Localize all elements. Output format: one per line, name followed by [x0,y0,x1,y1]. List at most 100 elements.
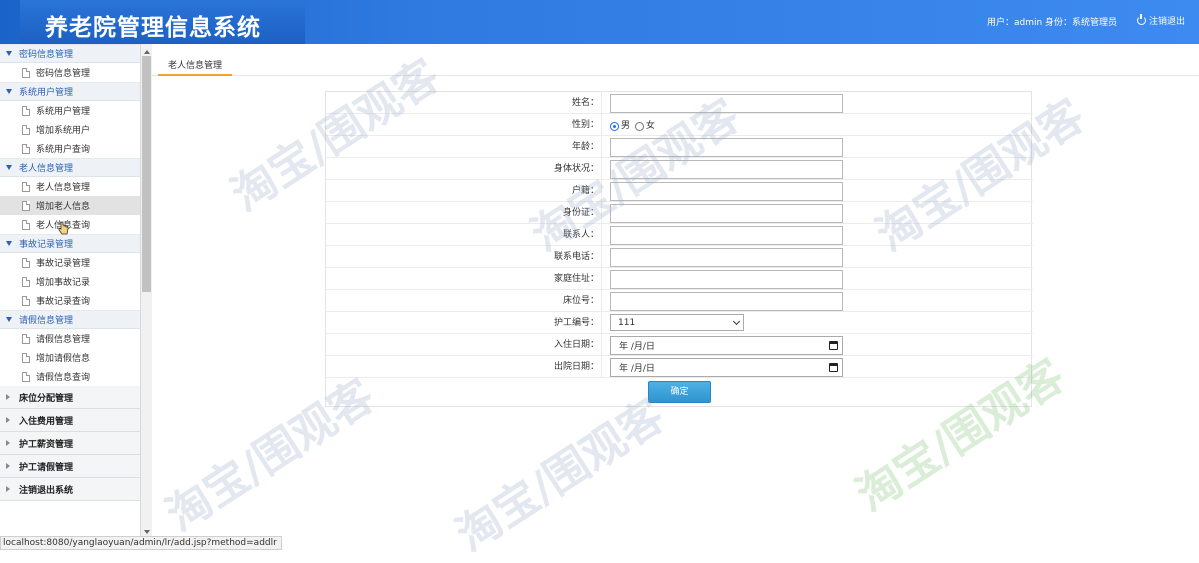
address-input[interactable] [610,270,843,289]
sidebar-group-sysuser[interactable]: 系统用户管理 [0,82,140,101]
document-icon [22,371,30,382]
caret-right-icon [6,463,10,469]
document-icon [22,257,30,268]
label-contact: 联系人： [326,224,602,246]
health-input[interactable] [610,160,843,179]
app-title: 养老院管理信息系统 [45,15,261,41]
sidebar: 密码信息管理 密码信息管理 系统用户管理 系统用户管理 增加系统用户 系统用户查… [0,44,141,540]
document-icon [22,143,30,154]
row-gender: 性别： 男 女 [326,114,1033,136]
row-idcard: 身份证： [326,202,1033,224]
sidebar-item-leave-query[interactable]: 请假信息查询 [0,367,140,386]
sidebar-item-elder-query[interactable]: 老人信息查询 [0,215,140,234]
sidebar-item-accident-add[interactable]: 增加事故记录 [0,272,140,291]
sidebar-group-exit[interactable]: 注销退出系统 [0,478,140,501]
label-checkout: 出院日期： [326,356,602,378]
radio-checked-icon [610,121,619,131]
document-icon [22,219,30,230]
row-checkin: 入住日期： 年 /月/日 [326,334,1033,356]
sidebar-item-elder-add[interactable]: 增加老人信息 [0,196,140,215]
caret-down-icon [6,51,12,56]
sidebar-group-leave[interactable]: 请假信息管理 [0,310,140,329]
tab-bar: 老人信息管理 [152,44,1199,76]
sidebar-group-password[interactable]: 密码信息管理 [0,44,140,63]
sidebar-group-salary[interactable]: 护工薪资管理 [0,432,140,455]
gender-radio-male[interactable]: 男 [610,117,630,135]
label-address: 家庭住址： [326,268,602,290]
row-phone: 联系电话： [326,246,1033,268]
document-icon [22,105,30,116]
label-idcard: 身份证： [326,202,602,224]
sidebar-group-elder[interactable]: 老人信息管理 [0,158,140,177]
caret-right-icon [6,486,10,492]
label-phone: 联系电话： [326,246,602,268]
caret-down-icon [6,165,12,170]
document-icon [22,124,30,135]
sidebar-scrollbar[interactable] [141,44,152,540]
row-nurse: 护工编号： 111 [326,312,1033,334]
row-health: 身体状况： [326,158,1033,180]
document-icon [22,181,30,192]
caret-right-icon [6,394,10,400]
nurse-select[interactable]: 111 [610,314,744,331]
contact-input[interactable] [610,226,843,245]
browser-status-bar: localhost:8080/yanglaoyuan/admin/lr/add.… [0,536,282,550]
sidebar-item-password-manage[interactable]: 密码信息管理 [0,63,140,82]
main-content: 老人信息管理 姓名： 性别： 男 女 年龄： 身体状况： 户籍： 身份证： 联系… [152,44,1199,550]
add-elder-form: 姓名： 性别： 男 女 年龄： 身体状况： 户籍： 身份证： 联系人： 联系电话… [325,91,1033,407]
sidebar-item-elder-manage[interactable]: 老人信息管理 [0,177,140,196]
hukou-input[interactable] [610,182,843,201]
scroll-down-arrow-icon[interactable] [144,530,150,534]
document-icon [22,333,30,344]
label-checkin: 入住日期： [326,334,602,356]
phone-input[interactable] [610,248,843,267]
idcard-input[interactable] [610,204,843,223]
sidebar-item-accident-query[interactable]: 事故记录查询 [0,291,140,310]
gender-radio-female[interactable]: 女 [634,117,655,135]
document-icon [22,295,30,306]
row-bed: 床位号： [326,290,1033,312]
name-input[interactable] [610,94,843,113]
sidebar-group-bed[interactable]: 床位分配管理 [0,386,140,409]
row-name: 姓名： [326,92,1033,114]
scroll-thumb[interactable] [142,56,151,292]
document-icon [22,200,30,211]
caret-down-icon [6,241,12,246]
document-icon [22,276,30,287]
checkin-date-input[interactable]: 年 /月/日 [610,336,843,355]
document-icon [22,352,30,363]
caret-right-icon [6,440,10,446]
calendar-icon[interactable] [829,341,838,350]
bed-input[interactable] [610,292,843,311]
caret-down-icon [6,317,12,322]
label-hukou: 户籍： [326,180,602,202]
caret-down-icon [6,89,12,94]
sidebar-group-nurse-leave[interactable]: 护工请假管理 [0,455,140,478]
row-contact: 联系人： [326,224,1033,246]
sidebar-item-sysuser-query[interactable]: 系统用户查询 [0,139,140,158]
sidebar-group-accident[interactable]: 事故记录管理 [0,234,140,253]
label-name: 姓名： [326,92,602,114]
sidebar-item-leave-manage[interactable]: 请假信息管理 [0,329,140,348]
scroll-up-arrow-icon[interactable] [144,50,150,54]
document-icon [22,67,30,78]
nurse-select-value: 111 [618,317,636,328]
submit-button[interactable]: 确定 [648,381,711,403]
sidebar-item-accident-manage[interactable]: 事故记录管理 [0,253,140,272]
age-input[interactable] [610,138,843,157]
sidebar-item-sysuser-add[interactable]: 增加系统用户 [0,120,140,139]
caret-right-icon [6,417,10,423]
calendar-icon[interactable] [829,363,838,372]
sidebar-item-sysuser-manage[interactable]: 系统用户管理 [0,101,140,120]
sidebar-group-fee[interactable]: 入住费用管理 [0,409,140,432]
label-health: 身体状况： [326,158,602,180]
row-hukou: 户籍： [326,180,1033,202]
logout-button[interactable]: 注销退出 [1137,14,1185,27]
label-nurse: 护工编号： [326,312,602,334]
checkout-date-input[interactable]: 年 /月/日 [610,358,843,377]
label-bed: 床位号： [326,290,602,312]
sidebar-item-leave-add[interactable]: 增加请假信息 [0,348,140,367]
chevron-down-icon [732,317,741,325]
tab-elder-manage[interactable]: 老人信息管理 [158,54,233,76]
logout-label: 注销退出 [1149,17,1186,27]
